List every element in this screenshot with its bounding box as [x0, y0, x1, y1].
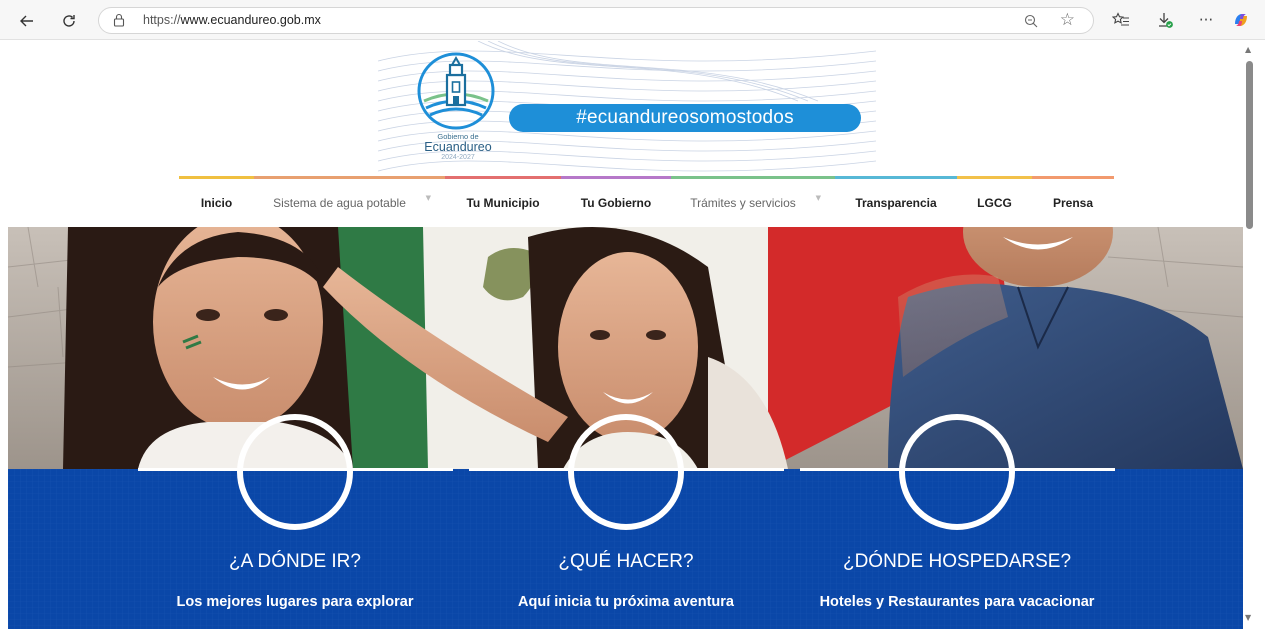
chevron-down-icon: ▼: [425, 194, 431, 202]
menu-item-sistema-agua[interactable]: Sistema de agua potable ▼: [254, 176, 445, 226]
menu-label: LGCG: [977, 195, 1012, 210]
zoom-icon[interactable]: [1023, 13, 1039, 29]
scrollbar-thumb[interactable]: [1246, 61, 1253, 229]
menu-item-lgcg[interactable]: LGCG: [957, 176, 1032, 226]
menu-label: Prensa: [1052, 195, 1094, 210]
logo-line2: Ecuandureo: [424, 139, 492, 154]
page-scrollbar[interactable]: ▲ ▼: [1243, 41, 1265, 629]
card-title-que-hacer[interactable]: ¿QUÉ HACER?: [461, 551, 791, 573]
chevron-down-icon: ▼: [815, 194, 821, 202]
card-subtitle[interactable]: Los mejores lugares para explorar: [130, 594, 460, 610]
menu-item-tu-gobierno[interactable]: Tu Gobierno: [561, 176, 671, 226]
favorite-star-icon[interactable]: ☆: [1060, 10, 1075, 30]
scroll-up-icon[interactable]: ▲: [1245, 45, 1251, 54]
card-title-donde-hospedarse[interactable]: ¿DÓNDE HOSPEDARSE?: [792, 551, 1122, 573]
main-menu: Inicio Sistema de agua potable ▼ Tu Munic…: [179, 176, 1114, 226]
lock-icon[interactable]: [113, 13, 125, 27]
more-icon[interactable]: ···: [1195, 9, 1217, 31]
back-icon[interactable]: [14, 8, 40, 34]
browser-toolbar: https://www.ecuandureo.gob.mx ☆ ···: [0, 0, 1265, 40]
card-title-donde-ir[interactable]: ¿A DÓNDE IR?: [130, 551, 460, 573]
menu-label: Tu Gobierno: [580, 195, 652, 210]
address-bar[interactable]: https://www.ecuandureo.gob.mx ☆: [98, 7, 1094, 34]
hashtag-banner: #ecuandureosomostodos: [509, 104, 861, 132]
copilot-icon[interactable]: [1230, 9, 1252, 31]
card-circle-icon[interactable]: [568, 414, 684, 530]
favorites-icon[interactable]: [1110, 9, 1132, 31]
menu-label: Tu Municipio: [466, 195, 540, 210]
refresh-icon[interactable]: [56, 8, 82, 34]
menu-label: Transparencia: [855, 195, 937, 210]
logo-text: Gobierno de Ecuandureo 2024-2027: [412, 133, 504, 161]
menu-item-tramites[interactable]: Trámites y servicios ▼: [671, 176, 835, 226]
menu-label: Trámites y servicios: [690, 195, 796, 210]
url-text[interactable]: https://www.ecuandureo.gob.mx: [143, 13, 321, 27]
downloads-icon[interactable]: [1154, 9, 1176, 31]
page-viewport: Gobierno de Ecuandureo 2024-2027 #ecuand…: [8, 41, 1243, 629]
card-circle-icon[interactable]: [237, 414, 353, 530]
menu-label: Inicio: [200, 195, 233, 210]
menu-item-tu-municipio[interactable]: Tu Municipio: [445, 176, 561, 226]
logo-line3: 2024-2027: [441, 154, 475, 161]
card-subtitle[interactable]: Aquí inicia tu próxima aventura: [461, 594, 791, 610]
scroll-down-icon[interactable]: ▼: [1245, 613, 1251, 622]
menu-item-prensa[interactable]: Prensa: [1032, 176, 1114, 226]
menu-item-transparencia[interactable]: Transparencia: [835, 176, 957, 226]
menu-label: Sistema de agua potable: [273, 195, 406, 210]
municipality-logo: [417, 52, 495, 130]
card-subtitle[interactable]: Hoteles y Restaurantes para vacacionar: [792, 594, 1122, 610]
card-circle-icon[interactable]: [899, 414, 1015, 530]
header-banner: Gobierno de Ecuandureo 2024-2027 #ecuand…: [378, 41, 876, 179]
menu-item-inicio[interactable]: Inicio: [179, 176, 254, 226]
